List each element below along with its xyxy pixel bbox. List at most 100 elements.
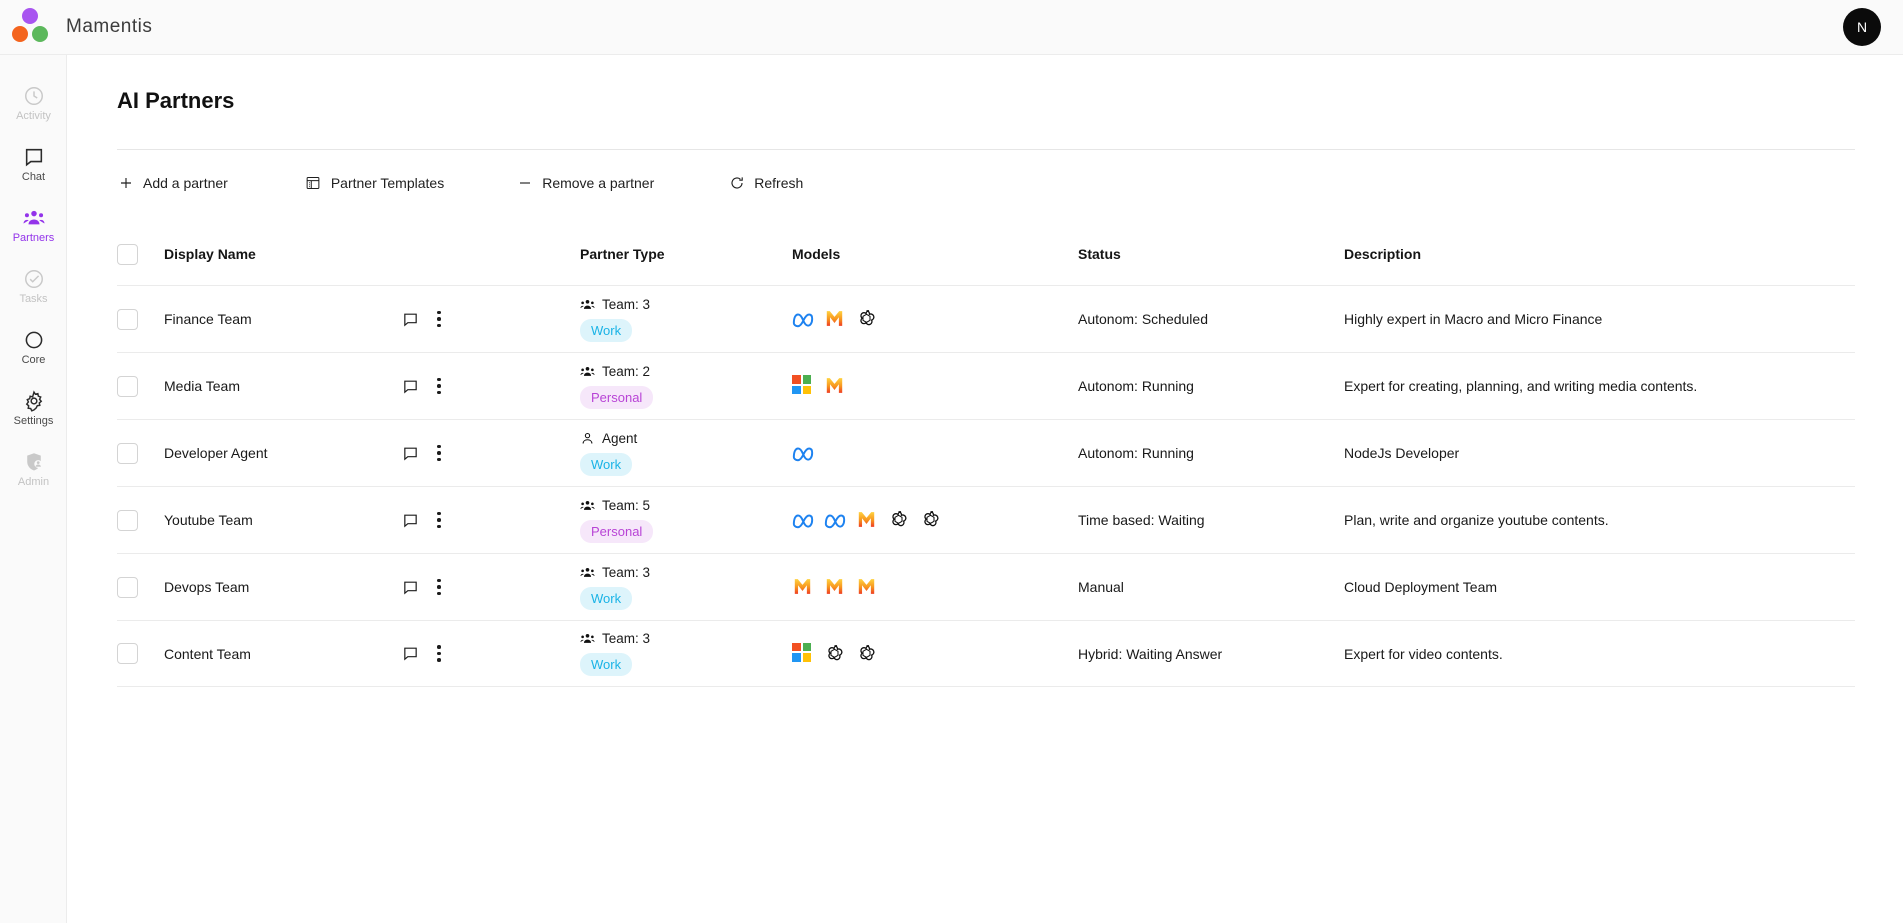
sidebar-item-admin[interactable]: Admin — [0, 439, 67, 500]
people-icon — [580, 498, 595, 513]
select-all-cell — [117, 243, 164, 265]
avatar[interactable]: N — [1843, 8, 1881, 46]
column-header-status[interactable]: Status — [1078, 246, 1344, 262]
row-actions — [400, 510, 580, 530]
add-partner-button[interactable]: Add a partner — [117, 167, 228, 199]
sidebar-item-label: Core — [21, 354, 46, 366]
meta-icon[interactable] — [792, 509, 814, 531]
refresh-button[interactable]: Refresh — [728, 167, 803, 199]
more-options-icon[interactable] — [437, 645, 441, 662]
command-bar: Add a partner Partner Templates Remove a… — [117, 163, 1855, 203]
partner-type-line: Team: 2 — [580, 364, 792, 379]
gmail-icon[interactable] — [792, 576, 814, 598]
gmail-icon[interactable] — [856, 509, 878, 531]
cell-partner-type: Team: 3 Work — [580, 631, 792, 676]
sidebar-item-core[interactable]: Core — [0, 317, 67, 378]
avatar-initial: N — [1856, 19, 1868, 35]
clock-icon — [23, 85, 45, 107]
check-circle-icon — [23, 268, 45, 290]
people-icon — [580, 297, 595, 312]
more-options-icon[interactable] — [437, 511, 441, 529]
cell-display-name: Content Team — [164, 645, 251, 662]
partner-templates-button[interactable]: Partner Templates — [305, 167, 444, 199]
cell-status: Hybrid: Waiting Answer — [1078, 645, 1223, 662]
minus-icon — [516, 175, 533, 192]
table-row[interactable]: Developer Agent Agent Work Autonom: Running… — [117, 419, 1855, 486]
chat-bubble-icon[interactable] — [400, 443, 420, 463]
column-header-description[interactable]: Description — [1344, 246, 1855, 262]
cell-status: Autonom: Running — [1078, 445, 1194, 461]
row-checkbox[interactable] — [117, 442, 138, 464]
cell-models — [792, 442, 1078, 464]
openai-icon[interactable] — [920, 509, 942, 531]
sidebar-item-label: Activity — [16, 110, 51, 122]
meta-icon[interactable] — [824, 509, 846, 531]
partner-category-badge: Work — [580, 586, 633, 610]
row-checkbox[interactable] — [117, 375, 138, 397]
shield-user-icon — [23, 451, 45, 473]
chat-bubble-icon[interactable] — [400, 309, 420, 329]
sidebar-item-partners[interactable]: Partners — [0, 195, 67, 256]
row-select-cell — [117, 442, 164, 464]
people-icon — [23, 207, 45, 229]
table-row[interactable]: Content Team Team: 3 Work Hybrid: Waiting A… — [117, 620, 1855, 687]
cell-display-name: Finance Team — [164, 311, 252, 327]
chat-bubble-icon[interactable] — [400, 376, 420, 396]
cell-partner-type: Agent Work — [580, 431, 792, 476]
partner-type-label: Team: 3 — [602, 631, 651, 646]
remove-partner-button[interactable]: Remove a partner — [516, 167, 654, 199]
gmail-icon[interactable] — [824, 308, 846, 330]
chat-bubble-icon[interactable] — [400, 644, 420, 664]
row-checkbox[interactable] — [117, 308, 138, 330]
sidebar-item-label: Tasks — [19, 293, 48, 305]
chat-bubble-icon[interactable] — [400, 510, 420, 530]
gmail-icon[interactable] — [824, 576, 846, 598]
sidebar-item-tasks[interactable]: Tasks — [0, 256, 67, 317]
chat-bubble-icon[interactable] — [400, 577, 420, 597]
sidebar-item-settings[interactable]: Settings — [0, 378, 67, 439]
top-bar: Mamentis N — [0, 0, 1903, 55]
row-checkbox[interactable] — [117, 576, 138, 598]
openai-icon[interactable] — [856, 308, 878, 330]
chat-bubble-icon — [23, 146, 45, 168]
cell-description: Expert for creating, planning, and writi… — [1344, 378, 1698, 394]
select-all-checkbox[interactable] — [117, 243, 138, 265]
app-logo-icon — [8, 7, 52, 47]
main-content: AI Partners Add a partner Partner Templa… — [67, 55, 1903, 923]
meta-icon[interactable] — [792, 442, 814, 464]
logo-dot-orange — [12, 26, 28, 42]
more-options-icon[interactable] — [437, 578, 441, 596]
row-checkbox[interactable] — [117, 643, 138, 664]
cell-description: Plan, write and organize youtube content… — [1344, 512, 1609, 528]
cell-description: NodeJs Developer — [1344, 445, 1460, 461]
meta-icon[interactable] — [792, 308, 814, 330]
openai-icon[interactable] — [856, 643, 878, 665]
table-row[interactable]: Media Team Team: 2 Personal Autonom: Runnin… — [117, 352, 1855, 419]
column-header-display-name[interactable]: Display Name — [164, 246, 400, 262]
partner-type-line: Team: 3 — [580, 297, 792, 312]
more-options-icon[interactable] — [437, 310, 441, 328]
gmail-icon[interactable] — [856, 576, 878, 598]
sidebar-item-chat[interactable]: Chat — [0, 134, 67, 195]
column-header-models[interactable]: Models — [792, 246, 1078, 262]
column-header-partner-type[interactable]: Partner Type — [580, 246, 792, 262]
more-options-icon[interactable] — [437, 444, 441, 462]
row-actions — [400, 644, 580, 664]
table-row[interactable]: Finance Team Team: 3 Work Autonom: Schedule… — [117, 285, 1855, 352]
plus-icon — [117, 175, 134, 192]
microsoft-icon[interactable] — [792, 642, 814, 665]
table-row[interactable]: Youtube Team Team: 5 Personal Time based: W… — [117, 486, 1855, 553]
openai-icon[interactable] — [888, 509, 910, 531]
table-row[interactable]: Devops Team Team: 3 Work Manual Cloud Deploy… — [117, 553, 1855, 620]
partner-category-badge: Work — [580, 318, 633, 342]
cell-models — [792, 308, 1078, 330]
gmail-icon[interactable] — [824, 375, 846, 397]
microsoft-icon[interactable] — [792, 375, 814, 397]
openai-icon[interactable] — [824, 643, 846, 665]
cell-display-name: Youtube Team — [164, 512, 253, 528]
more-options-icon[interactable] — [437, 377, 441, 395]
row-checkbox[interactable] — [117, 509, 138, 531]
cell-models — [792, 642, 1078, 665]
cell-status: Autonom: Scheduled — [1078, 311, 1208, 327]
sidebar-item-activity[interactable]: Activity — [0, 73, 67, 134]
